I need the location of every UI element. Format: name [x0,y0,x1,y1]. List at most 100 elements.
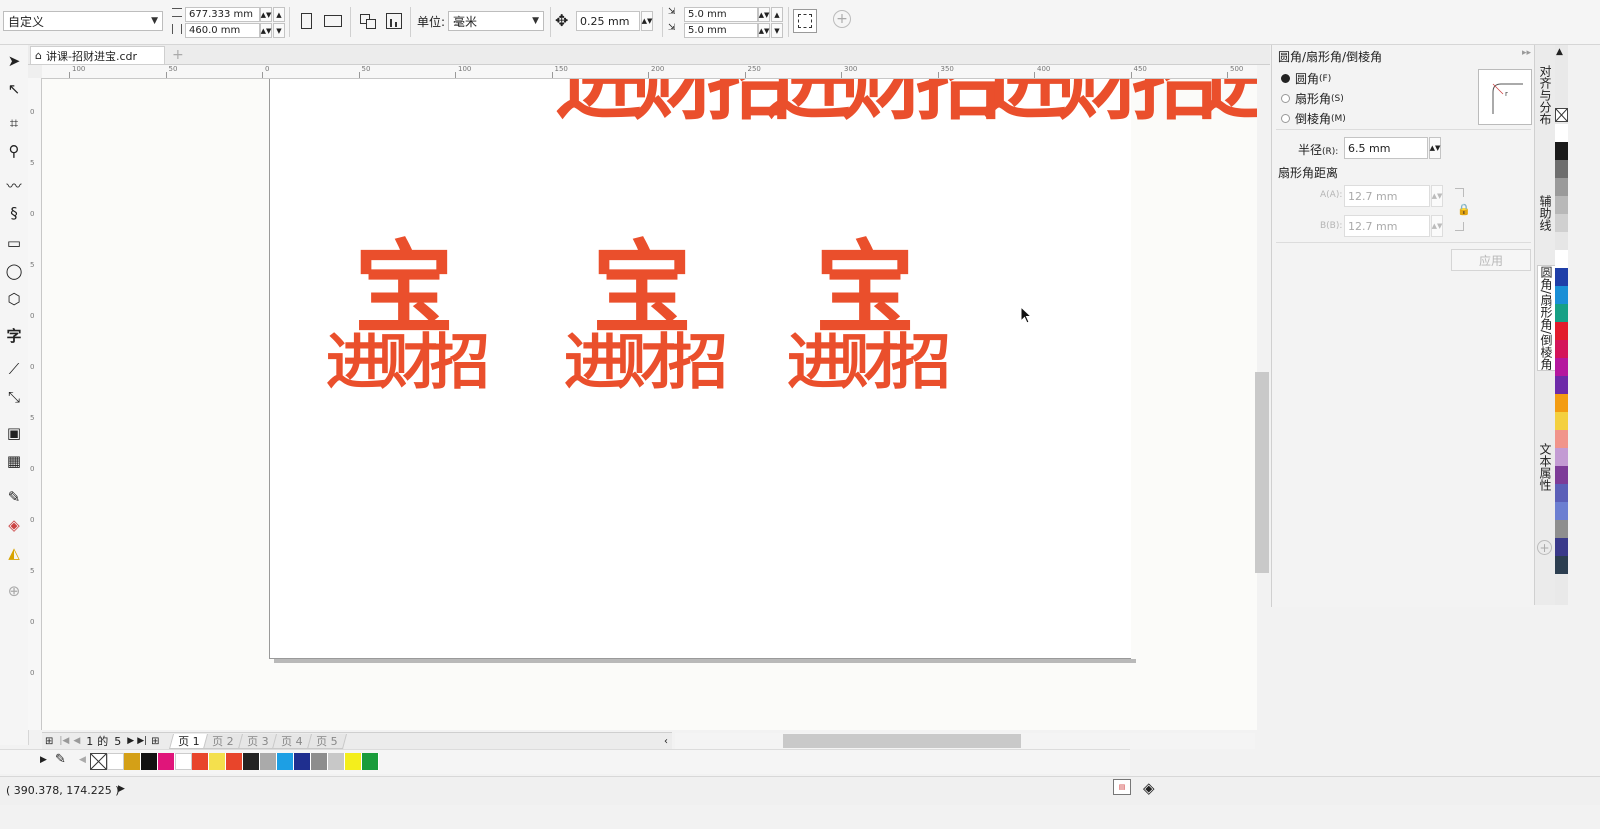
horizontal-ruler[interactable]: 100 50 0 50 100 150 200 250 300 350 400 450 500 [42,65,1257,79]
color-swatch[interactable] [1555,232,1568,250]
color-swatch[interactable] [1555,286,1568,304]
next-page-icon[interactable]: ▶ [127,736,134,746]
current-page-button[interactable] [382,9,406,33]
interactive-fill-icon[interactable]: ◈ [2,513,26,537]
eyedropper-icon[interactable]: ✎ [55,752,66,767]
horizontal-scrollbar-thumb[interactable] [783,734,1021,748]
color-swatch[interactable] [294,752,311,770]
page-height-input[interactable]: 460.0 mm [185,23,260,38]
color-swatch[interactable] [1555,196,1568,214]
dimension-tool-icon[interactable]: ⟋ [2,357,26,381]
drawing-canvas[interactable]: 进财招 进财招 进财招 进 宝 进财招 宝 进财招 宝 进财招 [42,79,1257,730]
duplicate-y-input[interactable]: 5.0 mm [684,23,758,38]
distance-a-spinner[interactable]: ▲▼ [1431,185,1443,207]
color-swatch[interactable] [141,752,158,770]
radio-fillet[interactable]: 圆角 (F) [1281,70,1331,87]
color-swatch[interactable] [1555,376,1568,394]
transparency-icon[interactable]: ▦ [2,449,26,473]
color-swatch[interactable] [362,752,379,770]
add-page-before-icon[interactable]: ⊞ [45,736,53,747]
page-preset-dropdown[interactable]: 自定义 ▼ [3,11,163,31]
color-swatch[interactable] [158,752,175,770]
rectangle-tool-icon[interactable]: ▭ [2,231,26,255]
tab-text-properties[interactable]: 文本属性 [1537,443,1554,491]
artwork-logo-2[interactable]: 进财招 [764,79,1002,125]
scroll-left-icon[interactable]: ‹ [664,736,668,747]
connector-tool-icon[interactable]: ⤡ [2,385,26,409]
color-swatch[interactable] [1555,448,1568,466]
page-tab[interactable]: 页 5 [306,733,347,749]
color-swatch[interactable] [1555,268,1568,286]
no-color-swatch[interactable] [1555,108,1568,122]
no-color-swatch[interactable] [90,752,107,770]
bleed-button[interactable] [793,9,817,33]
fill-indicator-icon[interactable]: ◈ [1143,779,1155,797]
color-swatch[interactable] [345,752,362,770]
radio-scallop[interactable]: 扇形角 (S) [1281,90,1344,107]
vertical-ruler[interactable]: 0 5 0 5 0 0 5 0 0 5 0 0 [28,78,42,730]
duplicate-x-up[interactable]: ▲ [771,7,783,22]
duplicate-x-spinner[interactable]: ▲▼ [758,7,770,22]
distance-b-spinner[interactable]: ▲▼ [1431,215,1443,237]
add-tool-icon[interactable]: ⊕ [2,579,26,603]
status-menu-icon[interactable]: ▶ [118,784,125,794]
lock-icon[interactable]: 🔒 [1457,203,1471,216]
page-width-input[interactable]: 677.333 mm [185,7,260,22]
color-swatch[interactable] [1555,250,1568,268]
color-swatch[interactable] [1555,160,1568,178]
color-swatch[interactable] [1555,412,1568,430]
artwork-logo-3[interactable]: 进财招 [980,79,1218,125]
portrait-button[interactable] [294,9,318,33]
color-swatch[interactable] [1555,520,1568,538]
smart-fill-icon[interactable]: ◭ [2,541,26,565]
color-swatch[interactable] [277,752,294,770]
duplicate-x-input[interactable]: 5.0 mm [684,7,758,22]
tab-guidelines[interactable]: 辅助线 [1537,195,1554,231]
polygon-tool-icon[interactable]: ⬡ [2,287,26,311]
zoom-tool-icon[interactable]: ⚲ [2,139,26,163]
page-tab[interactable]: 页 4 [272,733,312,749]
nudge-input[interactable]: 0.25 mm [576,11,640,31]
text-tool-icon[interactable]: 字 [2,323,26,347]
radius-input[interactable]: 6.5 mm [1344,137,1428,159]
page-height-down[interactable]: ▼ [273,23,285,38]
distance-b-input[interactable]: 12.7 mm [1344,215,1430,237]
palette-menu-icon[interactable]: ▶ [40,755,47,765]
color-swatch[interactable] [1555,556,1568,574]
color-profile-icon[interactable]: ▤ [1113,779,1131,795]
color-swatch[interactable] [311,752,328,770]
color-swatch[interactable] [260,752,277,770]
color-swatch[interactable] [192,752,209,770]
page-tab[interactable]: 页 1 [168,733,209,749]
landscape-button[interactable] [321,9,345,33]
palette-scroll-up-icon[interactable]: ▲ [1556,47,1563,57]
current-page-number[interactable]: 1 [86,735,93,748]
color-swatch[interactable] [1555,466,1568,484]
last-page-icon[interactable]: ▶| [137,736,147,746]
radio-chamfer[interactable]: 倒棱角 (M) [1281,110,1346,127]
stacked-logo-1[interactable]: 宝 进财招 [318,239,490,439]
crop-tool-icon[interactable]: ⌗ [2,111,26,135]
color-swatch[interactable] [1555,178,1568,196]
artwork-logo-1[interactable]: 进财招 [555,79,793,125]
page-width-up[interactable]: ▲ [273,7,285,22]
freehand-tool-icon[interactable]: 〰 [2,173,26,197]
drop-shadow-icon[interactable]: ▣ [2,421,26,445]
color-swatch[interactable] [175,752,192,770]
add-docker-icon[interactable]: + [1537,540,1552,555]
palette-scroll-left-icon[interactable]: ◀ [79,755,86,765]
stacked-logo-2[interactable]: 宝 进财招 [551,239,733,439]
all-pages-button[interactable] [356,9,380,33]
color-swatch[interactable] [1555,124,1568,142]
duplicate-y-down[interactable]: ▼ [771,23,783,38]
color-swatch[interactable] [226,752,243,770]
color-swatch[interactable] [107,752,124,770]
color-swatch[interactable] [1555,394,1568,412]
artwork-logo-4[interactable]: 进 [1197,79,1257,125]
color-swatch[interactable] [1555,340,1568,358]
color-swatch[interactable] [1555,430,1568,448]
color-swatch[interactable] [243,752,260,770]
tab-fillet[interactable]: 圆角/扇形角/倒棱角 [1537,265,1556,372]
page-height-spinner[interactable]: ▲▼ [260,23,272,38]
color-swatch[interactable] [1555,142,1568,160]
